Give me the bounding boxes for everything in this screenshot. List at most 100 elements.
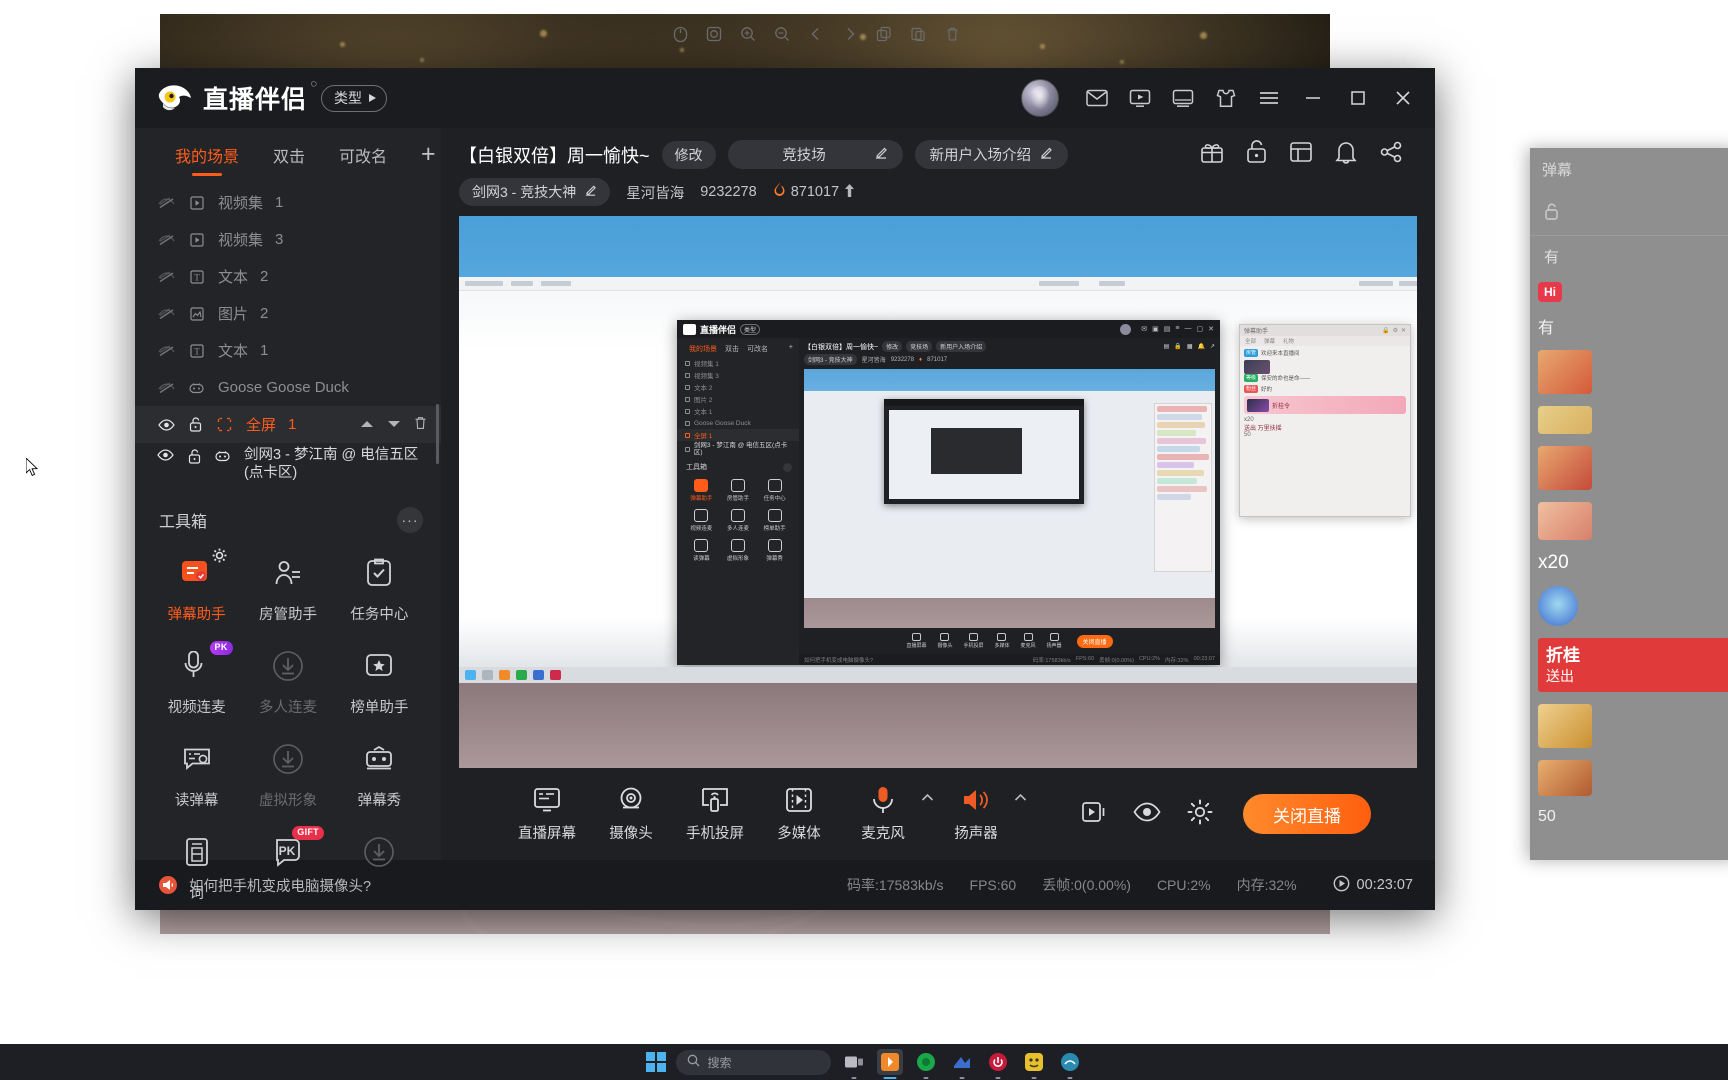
- modify-title-button[interactable]: 修改: [661, 140, 716, 169]
- edit-pencil-icon[interactable]: [874, 146, 888, 164]
- minimize-button[interactable]: [1295, 81, 1331, 115]
- app-green-icon[interactable]: [913, 1049, 939, 1079]
- layout-icon[interactable]: [1289, 140, 1313, 169]
- control-phone-cast[interactable]: 手机投屏: [673, 785, 757, 843]
- eye-hidden-icon[interactable]: [157, 233, 175, 246]
- record-icon[interactable]: [1081, 800, 1107, 829]
- tool-video-mic[interactable]: PK 视频连麦: [151, 641, 242, 717]
- scene-item-image-2[interactable]: 图片 2: [135, 295, 441, 332]
- new-user-intro-button[interactable]: 新用户入场介绍: [914, 140, 1069, 169]
- eye-hidden-icon[interactable]: [157, 270, 175, 283]
- paste-icon[interactable]: [906, 22, 930, 46]
- back-icon[interactable]: [804, 22, 828, 46]
- zoom-in-icon[interactable]: [736, 22, 760, 46]
- eye-visible-icon[interactable]: [157, 449, 174, 461]
- delete-icon[interactable]: [940, 22, 964, 46]
- mouse-icon[interactable]: [668, 22, 692, 46]
- tool-rank-assistant[interactable]: 榜单助手: [334, 646, 425, 717]
- tool-danmaku-show[interactable]: 弹幕秀: [334, 739, 425, 810]
- bell-icon[interactable]: [1335, 140, 1357, 169]
- eye-hidden-icon[interactable]: [157, 307, 175, 320]
- task-view-icon[interactable]: [841, 1049, 867, 1079]
- type-selector-button[interactable]: 类型: [321, 84, 388, 112]
- tool-room-admin[interactable]: 房管助手: [242, 553, 333, 624]
- gift-icon[interactable]: [1200, 140, 1224, 169]
- tool-task-center[interactable]: 任务中心: [334, 553, 425, 624]
- settings-gear-icon[interactable]: [1187, 799, 1213, 830]
- app-orange-icon[interactable]: [876, 1049, 903, 1079]
- danmaku-assistant-window[interactable]: 弹幕 有 Hi 有 x20 折桂 送出 50: [1530, 148, 1728, 860]
- avatar[interactable]: [1021, 79, 1059, 117]
- scene-item-video-set-1[interactable]: 视频集 1: [135, 184, 441, 221]
- chevron-up-icon[interactable]: [921, 793, 934, 805]
- scene-tab-my-scenes[interactable]: 我的场景: [175, 143, 239, 176]
- control-speaker[interactable]: 扬声器: [934, 785, 1018, 843]
- app-blue-icon[interactable]: [949, 1049, 975, 1079]
- scene-item-active-source[interactable]: 剑网3 - 梦江南 @ 电信五区(点卡区): [135, 443, 441, 487]
- screenshot-icon[interactable]: [702, 22, 726, 46]
- close-button[interactable]: [1385, 81, 1421, 115]
- tool-read-danmaku[interactable]: 读弹幕: [151, 739, 242, 810]
- category-selector[interactable]: 竞技场: [727, 140, 903, 169]
- scene-item-video-set-3[interactable]: 视频集 3: [135, 221, 441, 258]
- tool-virtual-avatar[interactable]: 虚拟形象: [242, 739, 333, 810]
- unlock-icon[interactable]: [187, 417, 203, 432]
- control-media[interactable]: 多媒体: [757, 785, 841, 843]
- danmaku-window-tabs[interactable]: 有: [1530, 236, 1728, 276]
- tool-danmaku-assistant[interactable]: 弹幕助手: [151, 548, 242, 624]
- eye-hidden-icon[interactable]: [157, 344, 175, 357]
- taskbar-search-input[interactable]: 搜索: [675, 1049, 831, 1075]
- screen-record-icon[interactable]: [1123, 81, 1157, 115]
- stream-preview[interactable]: 直播伴侣 类型 ✉ ▣ ▤ ≡ — ▢ ✕ 我的场景 双击 可改名 + 视频集 …: [459, 216, 1417, 768]
- stop-live-button[interactable]: 关闭直播: [1243, 794, 1371, 834]
- tool-multi-mic[interactable]: 多人连麦: [242, 646, 333, 717]
- control-speaker-group[interactable]: 扬声器: [934, 785, 1027, 843]
- start-button-icon[interactable]: [645, 1052, 666, 1072]
- preview-control-bar: 直播屏幕 摄像头 手机投屏 多媒体 麦克风 扬声器 关闭直播: [799, 628, 1220, 654]
- chevron-up-icon[interactable]: [1014, 793, 1027, 805]
- gear-icon[interactable]: [212, 548, 227, 563]
- shirt-icon[interactable]: [1209, 81, 1243, 115]
- danmaku-lock-icon[interactable]: [1544, 203, 1559, 223]
- scene-item-goose-goose-duck[interactable]: Goose Goose Duck: [135, 369, 441, 406]
- menu-icon[interactable]: [1252, 81, 1286, 115]
- add-scene-button[interactable]: +: [421, 142, 436, 176]
- control-camera[interactable]: 摄像头: [589, 785, 673, 843]
- edit-pencil-icon[interactable]: [1039, 146, 1053, 164]
- tool-pk[interactable]: PK GIFT PK: [242, 826, 333, 903]
- app-yellow-icon[interactable]: [1021, 1049, 1047, 1079]
- tool-extra-download[interactable]: [334, 832, 425, 903]
- copy-icon[interactable]: [872, 22, 896, 46]
- control-microphone-group[interactable]: 麦克风: [841, 785, 934, 843]
- unlock-icon[interactable]: [186, 449, 201, 464]
- scene-tab-rename[interactable]: 可改名: [339, 143, 387, 176]
- eye-hidden-icon[interactable]: [157, 196, 175, 209]
- app-teal-icon[interactable]: [1057, 1049, 1083, 1079]
- zoom-out-icon[interactable]: [770, 22, 794, 46]
- app-red-icon[interactable]: [985, 1049, 1011, 1079]
- tool-lyrics[interactable]: 词: [151, 832, 242, 903]
- mail-icon[interactable]: [1080, 81, 1114, 115]
- scene-item-fullscreen-1[interactable]: 全屏 1: [135, 406, 441, 443]
- edit-pencil-icon[interactable]: [584, 184, 597, 200]
- eye-visible-icon[interactable]: [157, 418, 175, 431]
- maximize-button[interactable]: [1340, 81, 1376, 115]
- control-live-screen[interactable]: 直播屏幕: [505, 785, 589, 843]
- delete-scene-icon[interactable]: [414, 416, 427, 434]
- scene-item-text-2[interactable]: T 文本 2: [135, 258, 441, 295]
- forward-icon[interactable]: [838, 22, 862, 46]
- scene-list-scrollbar[interactable]: [436, 404, 439, 464]
- scene-tab-double-click[interactable]: 双击: [273, 143, 305, 176]
- control-microphone[interactable]: 麦克风: [841, 785, 925, 843]
- eye-hidden-icon[interactable]: [157, 381, 175, 394]
- move-up-icon[interactable]: [360, 416, 374, 434]
- capture-toolbar[interactable]: [668, 22, 964, 46]
- toolbox-more-button[interactable]: ···: [397, 507, 423, 533]
- lock-icon[interactable]: [1246, 140, 1267, 169]
- sub-category-selector[interactable]: 剑网3 - 竞技大神: [459, 178, 611, 206]
- monitor-icon[interactable]: [1166, 81, 1200, 115]
- preview-eye-icon[interactable]: [1133, 801, 1161, 828]
- share-icon[interactable]: [1379, 140, 1403, 169]
- scene-item-text-1[interactable]: T 文本 1: [135, 332, 441, 369]
- move-down-icon[interactable]: [387, 416, 401, 434]
